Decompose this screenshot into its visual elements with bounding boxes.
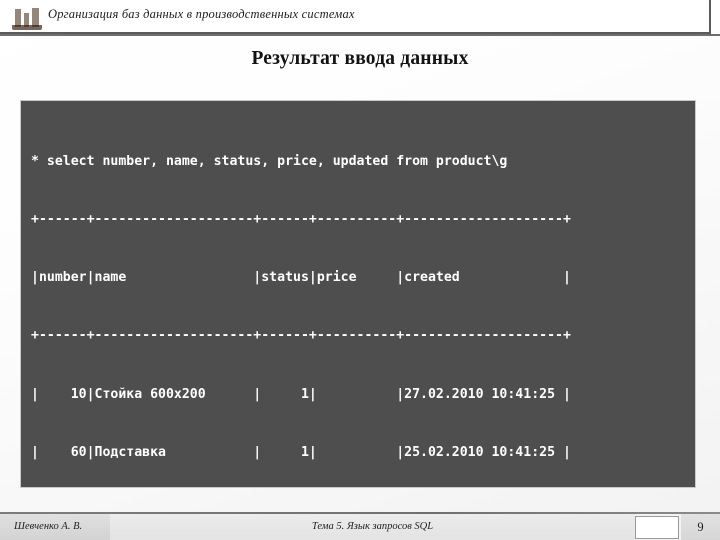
footer-author-box: Шевченко А. В. (0, 514, 110, 540)
console-text-lines: * select number, name, status, price, up… (31, 113, 695, 487)
console-separator-under-header: +------+--------------------+------+----… (31, 328, 571, 344)
slide-header: Организация баз данных в производственны… (0, 0, 720, 36)
slide-footer: Шевченко А. В. Тема 5. Язык запросов SQL… (0, 512, 720, 540)
page-title: Результат ввода данных (251, 48, 469, 69)
page-number: 9 (697, 520, 704, 534)
course-title: Организация баз данных в производственны… (48, 7, 355, 21)
footer-topic-label: Тема 5. Язык запросов SQL (311, 521, 434, 532)
footer-blank-box (635, 516, 679, 539)
table-row: | 10|Стойка 600x200 | 1| |27.02.2010 10:… (31, 386, 571, 402)
sql-console-output: * select number, name, status, price, up… (20, 100, 696, 488)
table-row: | 60|Подставка | 1| |25.02.2010 10:41:25… (31, 444, 571, 460)
brown-building-photo-icon (12, 5, 42, 30)
header-divider (0, 34, 720, 36)
footer-topic-box: Тема 5. Язык запросов SQL (110, 514, 635, 540)
console-prompt-line: * select number, name, status, price, up… (31, 153, 508, 169)
console-column-header-row: |number|name |status|price |created | (31, 270, 571, 286)
footer-author-label: Шевченко А. В. (14, 521, 83, 532)
console-separator-top: +------+--------------------+------+----… (31, 212, 571, 228)
footer-page-box: 9 (681, 514, 720, 540)
